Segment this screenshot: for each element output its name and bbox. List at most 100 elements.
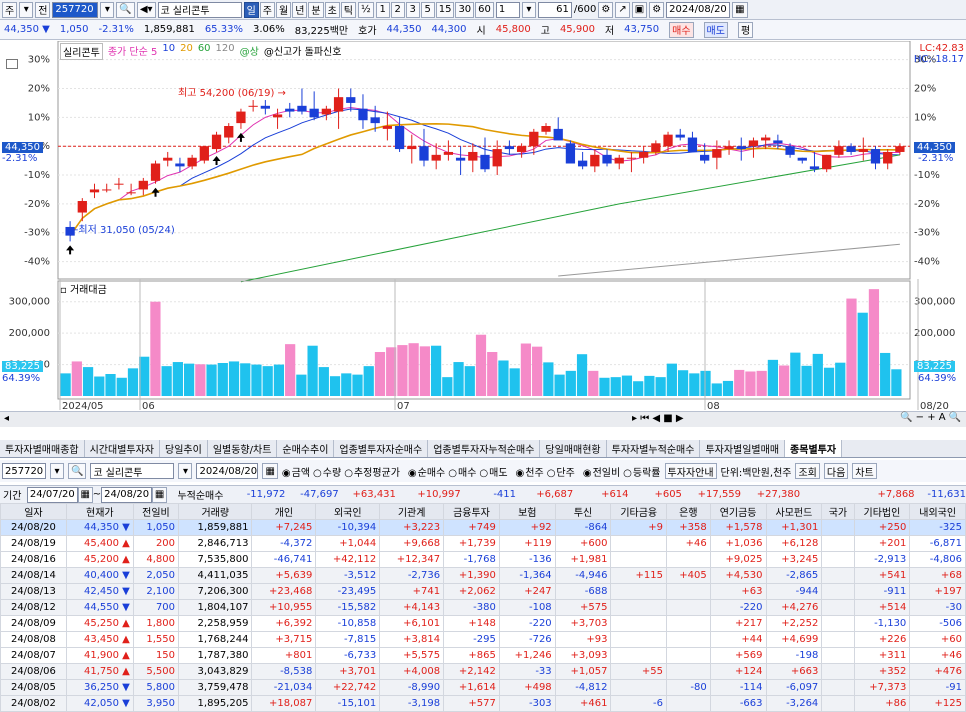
- table-row[interactable]: 24/08/05 36,250 ▼ 5,800 3,759,478 -21,034 +22…: [0, 679, 966, 696]
- tab-0[interactable]: 투자자별매매종합: [0, 440, 85, 457]
- radio-r1-1[interactable]: 수량: [313, 464, 341, 479]
- tab-8[interactable]: 투자자별누적순매수: [607, 440, 701, 457]
- col-header-8[interactable]: 보험: [498, 503, 556, 520]
- radio-r3-0[interactable]: 천주: [516, 464, 543, 479]
- calendar-icon[interactable]: ▦: [732, 1, 748, 18]
- chart-scrollbar[interactable]: ◂ ▸ ⏮ ◀ ■ ▶ 🔍 − + A 🔍: [0, 411, 966, 427]
- minute-button-15[interactable]: 15: [435, 1, 455, 18]
- col-header-16[interactable]: 내외국인: [909, 503, 966, 520]
- fraction-button[interactable]: ½: [358, 1, 374, 18]
- code-dropdown-icon[interactable]: ▾: [100, 1, 115, 18]
- col-header-7[interactable]: 금융투자: [443, 503, 500, 520]
- speaker-icon[interactable]: ◀▾: [136, 1, 156, 18]
- table-row[interactable]: 24/08/14 40,400 ▼ 2,050 4,411,035 +5,639 -3,5…: [0, 567, 966, 584]
- radio-r4-0[interactable]: 전일비: [583, 464, 621, 479]
- minute-button-5[interactable]: 5: [420, 1, 435, 18]
- period-button-5[interactable]: 초: [324, 1, 340, 18]
- filter-code-dropdown-icon[interactable]: ▾: [50, 463, 64, 479]
- period-button-6[interactable]: 틱: [340, 1, 356, 18]
- col-header-9[interactable]: 투신: [554, 503, 612, 520]
- period-button-3[interactable]: 년: [292, 1, 308, 18]
- filter-search-icon[interactable]: 🔍: [68, 463, 87, 479]
- col-header-15[interactable]: 기타법인: [853, 503, 911, 520]
- filter-stock-dropdown-icon[interactable]: ▾: [178, 463, 193, 479]
- col-header-12[interactable]: 연기금등: [709, 503, 767, 520]
- col-header-6[interactable]: 기관계: [379, 503, 445, 520]
- col-header-5[interactable]: 외국인: [315, 503, 381, 520]
- tab-2[interactable]: 당일추이: [160, 440, 208, 457]
- chart-button[interactable]: 차트: [852, 463, 877, 479]
- table-row[interactable]: 24/08/20 44,350 ▼ 1,050 1,859,881 +7,245 -10,…: [0, 519, 966, 536]
- period-from-calendar-icon[interactable]: ▦: [77, 486, 93, 503]
- weekly-toggle-button[interactable]: 주: [2, 1, 18, 18]
- period-from-input[interactable]: 24/07/20: [26, 486, 78, 503]
- minute-button-1[interactable]: 1: [375, 1, 390, 18]
- table-row[interactable]: 24/08/07 41,900 ▲ 150 1,787,380 +801 -6,733 +5…: [0, 647, 966, 664]
- table-row[interactable]: 24/08/08 43,450 ▲ 1,550 1,768,244 +3,715 -7,8…: [0, 631, 966, 648]
- tab-6[interactable]: 업종별투자자누적순매수: [428, 440, 541, 457]
- period-button-1[interactable]: 주: [259, 1, 275, 18]
- tab-10[interactable]: 종목별투자: [785, 440, 843, 457]
- filter-date-input[interactable]: 2024/08/20: [196, 463, 259, 479]
- minute-button-2[interactable]: 2: [390, 1, 405, 18]
- radio-r1-2[interactable]: 추정평균가: [344, 464, 400, 479]
- stock-code-input[interactable]: 257720: [52, 1, 99, 18]
- next-button[interactable]: 다음: [823, 463, 849, 479]
- col-header-11[interactable]: 은행: [666, 503, 711, 520]
- col-header-14[interactable]: 국가: [821, 503, 855, 520]
- gear-icon[interactable]: ⚙: [649, 1, 665, 18]
- minute-button-60[interactable]: 60: [475, 1, 494, 18]
- table-row[interactable]: 24/08/09 45,250 ▲ 1,800 2,258,959 +6,392 -10,…: [0, 615, 966, 632]
- tab-1[interactable]: 시간대별투자자: [85, 440, 161, 457]
- tab-7[interactable]: 당일매매현황: [540, 440, 607, 457]
- radio-r2-2[interactable]: 매도: [479, 464, 507, 479]
- sell-button[interactable]: 매도: [703, 21, 728, 38]
- col-header-0[interactable]: 일자: [0, 503, 67, 520]
- all-toggle-button[interactable]: 전: [35, 1, 51, 18]
- tab-4[interactable]: 순매수추이: [277, 440, 335, 457]
- search-icon[interactable]: 🔍: [116, 1, 135, 18]
- radio-r4-1[interactable]: 등락률: [623, 464, 661, 479]
- scroll-left-icon[interactable]: ◂: [4, 413, 9, 424]
- table-row[interactable]: 24/08/16 45,200 ▲ 4,800 7,535,800 -46,741 +42…: [0, 551, 966, 568]
- col-header-2[interactable]: 전일비: [132, 503, 180, 520]
- col-header-4[interactable]: 개인: [251, 503, 317, 520]
- filter-stock-field[interactable]: 코 실리콘투: [90, 463, 175, 479]
- eval-button[interactable]: 평: [737, 21, 754, 38]
- table-row[interactable]: 24/08/06 41,750 ▲ 5,500 3,043,829 -8,538 +3,7…: [0, 663, 966, 680]
- radio-r1-0[interactable]: 금액: [282, 464, 310, 479]
- tab-9[interactable]: 투자자별일별매매: [700, 440, 786, 457]
- col-header-3[interactable]: 거래량: [178, 503, 253, 520]
- interval-select[interactable]: 1: [495, 1, 520, 18]
- period-button-0[interactable]: 일: [243, 1, 259, 18]
- interval-dropdown-icon[interactable]: ▾: [521, 1, 536, 18]
- stock-name-field[interactable]: 코 실리콘투: [157, 1, 242, 18]
- date-input[interactable]: 2024/08/20: [666, 1, 731, 18]
- buy-button[interactable]: 매수: [669, 21, 694, 38]
- period-to-input[interactable]: 24/08/20: [101, 486, 153, 503]
- col-header-10[interactable]: 기타금융: [610, 503, 668, 520]
- minute-button-30[interactable]: 30: [455, 1, 475, 18]
- table-row[interactable]: 24/08/12 44,550 ▼ 700 1,804,107 +10,955 -15,5…: [0, 599, 966, 616]
- col-header-1[interactable]: 현재가: [65, 503, 134, 520]
- period-button-2[interactable]: 월: [275, 1, 292, 18]
- filter-code-input[interactable]: 257720: [2, 463, 46, 479]
- col-header-13[interactable]: 사모펀드: [765, 503, 823, 520]
- save-icon[interactable]: ▣: [631, 1, 648, 18]
- minute-button-3[interactable]: 3: [405, 1, 420, 18]
- count-input[interactable]: 61: [537, 1, 572, 18]
- settings-icon[interactable]: ⚙: [598, 1, 614, 18]
- radio-r2-0[interactable]: 순매수: [408, 464, 446, 479]
- ruler-icon[interactable]: ↗: [615, 1, 630, 18]
- dropdown-arrow[interactable]: ▾: [19, 1, 34, 18]
- filter-calendar-icon[interactable]: ▦: [262, 463, 278, 479]
- tab-3[interactable]: 일별동향/차트: [208, 440, 278, 457]
- investor-info-button[interactable]: 투자자안내: [664, 463, 717, 479]
- radio-r2-1[interactable]: 매수: [448, 464, 476, 479]
- chart-menu-icon[interactable]: [6, 59, 18, 69]
- table-row[interactable]: 24/08/19 45,400 ▲ 200 2,846,713 -4,372 +1,044…: [0, 535, 966, 552]
- period-to-calendar-icon[interactable]: ▦: [152, 486, 168, 503]
- zoom-controls[interactable]: 🔍 − + A 🔍: [900, 412, 961, 423]
- tab-5[interactable]: 업종별투자자순매수: [334, 440, 429, 457]
- radio-r3-1[interactable]: 단주: [547, 464, 574, 479]
